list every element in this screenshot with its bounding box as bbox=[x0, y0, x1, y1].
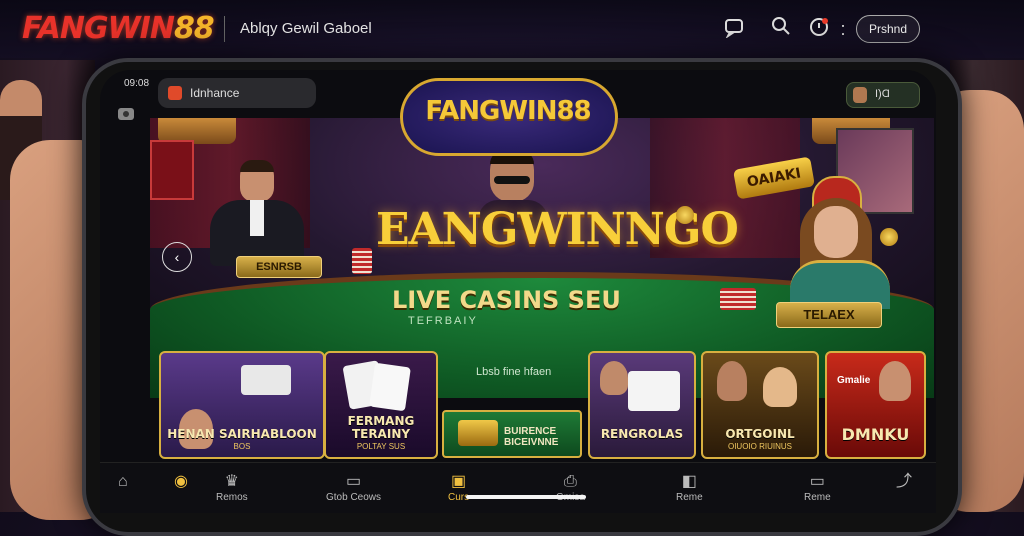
game-card-6-sub: Gmalie bbox=[837, 375, 871, 386]
mid-panel-button[interactable]: BUIRENCE BICEIVNNE bbox=[442, 410, 582, 458]
left-plaque: ESNRSB bbox=[236, 256, 322, 278]
mid-panel-button-label: BUIRENCE BICEIVNNE bbox=[504, 426, 559, 448]
game-card-5-sub: OIUOIO RIUINUS bbox=[727, 442, 792, 451]
game-card-2-title: FERMANG TERAINY bbox=[347, 414, 415, 441]
chips-stack-left bbox=[352, 248, 372, 274]
nav-item-remos[interactable]: ♛ Remos bbox=[216, 472, 248, 503]
coin-icon bbox=[676, 206, 694, 224]
brand-logo[interactable]: FANGWIN88 bbox=[22, 11, 215, 46]
game-card-5-title: ORTGOINL bbox=[725, 427, 795, 441]
app-search-bar[interactable]: Idnhance bbox=[158, 78, 316, 108]
video-icon: ▭ bbox=[809, 473, 825, 490]
game-card-1-sub: BOS bbox=[233, 442, 251, 451]
game-card-1[interactable]: HENAN SAIRHABLOON BOS bbox=[159, 351, 325, 459]
game-card-2-sub: POLTAY SUS bbox=[356, 442, 406, 451]
hero-subtitle: LIVE CASINS SEU bbox=[392, 286, 621, 314]
nav-item-reme-2[interactable]: ▭ Reme bbox=[804, 472, 831, 503]
app-search-label: Idnhance bbox=[190, 86, 240, 100]
search-icon[interactable] bbox=[768, 16, 794, 42]
dealer-male bbox=[200, 160, 310, 270]
nav-item-home[interactable]: ⌂ bbox=[118, 472, 128, 492]
brand-emblem-text: FANGWIN88 bbox=[425, 96, 591, 126]
header-divider bbox=[224, 16, 225, 42]
mid-panel-label: Lbsb fine hfaen bbox=[476, 366, 552, 378]
screen-icon: ▭ bbox=[345, 473, 362, 490]
account-pill[interactable]: I)Ɑ bbox=[846, 82, 920, 108]
game-card-6[interactable]: Gmalie DMNKU bbox=[825, 351, 926, 459]
right-plaque: TELAEX bbox=[776, 302, 882, 328]
game-card-2[interactable]: FERMANG TERAINY POLTAY SUS bbox=[324, 351, 438, 459]
nav-item-games[interactable]: ▭ Gtob Ceows bbox=[326, 472, 381, 503]
crown-icon: ♛ bbox=[224, 473, 240, 490]
status-time: 09:08 bbox=[124, 78, 150, 89]
coin-icon bbox=[880, 228, 898, 246]
more-icon[interactable]: : bbox=[838, 16, 848, 42]
notification-icon[interactable] bbox=[806, 16, 832, 42]
promo-button[interactable]: Prshnd bbox=[856, 15, 920, 43]
avatar bbox=[853, 87, 867, 103]
treasure-icon bbox=[458, 420, 498, 446]
wallet-icon: ▣ bbox=[451, 473, 467, 490]
phone-icon: ⎙ bbox=[564, 473, 577, 490]
camera-icon bbox=[116, 104, 136, 122]
wall-sign-left bbox=[150, 140, 194, 200]
logo-number: 88 bbox=[173, 11, 215, 46]
book-icon: ◧ bbox=[681, 473, 697, 490]
nav-item-reme[interactable]: ◧ Reme bbox=[676, 472, 703, 503]
nav-label: Reme bbox=[676, 492, 703, 503]
header-tagline: Ablqy Gewil Gaboel bbox=[240, 20, 372, 37]
nav-item-active[interactable]: ◉ bbox=[174, 472, 188, 492]
game-card-4-title: RENGROLAS bbox=[600, 427, 684, 441]
nav-label: Reme bbox=[804, 492, 831, 503]
hero-subtitle-small: TEFRBAIY bbox=[408, 315, 478, 327]
chat-icon[interactable] bbox=[722, 16, 748, 42]
nav-item-share[interactable]: ⤴ bbox=[896, 472, 912, 492]
record-icon: ◉ bbox=[174, 473, 188, 490]
home-indicator[interactable] bbox=[466, 495, 586, 499]
game-card-4[interactable]: RENGROLAS bbox=[588, 351, 696, 459]
app-icon bbox=[168, 86, 182, 100]
game-card-6-title: DMNKU bbox=[841, 425, 910, 444]
game-card-1-title: HENAN SAIRHABLOON bbox=[167, 427, 317, 441]
nav-label: Gtob Ceows bbox=[326, 492, 382, 503]
carousel-prev-icon[interactable]: ‹ bbox=[162, 242, 192, 272]
game-card-5[interactable]: ORTGOINL OIUOIO RIUINUS bbox=[701, 351, 819, 459]
nav-label: Remos bbox=[216, 492, 248, 503]
account-label: I)Ɑ bbox=[875, 88, 890, 100]
logo-text: FANGWIN bbox=[22, 11, 175, 46]
home-icon: ⌂ bbox=[118, 473, 128, 490]
share-icon: ⤴ bbox=[896, 473, 913, 490]
chips-stack-right bbox=[720, 288, 756, 310]
